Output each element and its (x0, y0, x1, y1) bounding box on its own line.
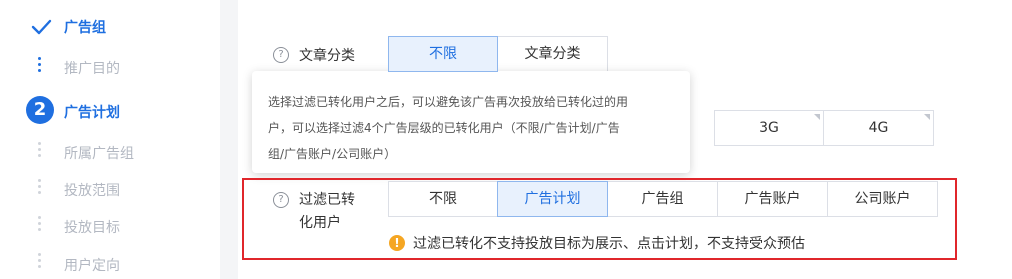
step-placement-target[interactable]: 投放目标 (64, 217, 120, 237)
tooltip-line: 选择过滤已转化用户之后，可以避免该广告再次投放给已转化过的用 (268, 95, 629, 109)
option-unlimited[interactable]: 不限 (388, 181, 498, 217)
network-selector: 3G 4G (714, 110, 934, 146)
step-promote-purpose[interactable]: 推广目的 (64, 58, 120, 78)
tooltip-line: 户，可以选择过滤4个广告层级的已转化用户（不限/广告计划/广告 (268, 121, 620, 135)
step-number-badge: 2 (26, 96, 54, 124)
option-unlimited[interactable]: 不限 (388, 36, 498, 72)
help-icon[interactable]: ? (273, 192, 289, 208)
step-connector (38, 250, 41, 271)
option-company-account[interactable]: 公司账户 (827, 181, 938, 217)
step-connector (38, 213, 41, 234)
steps-sidebar: 广告组 推广目的 2 广告计划 所属广告组 投放范围 投放目标 用户定向 (0, 0, 220, 279)
article-category-label: 文章分类 (299, 48, 355, 64)
option-3g[interactable]: 3G (714, 110, 824, 146)
option-ad-plan[interactable]: 广告计划 (497, 181, 608, 217)
filter-converted-label-line: 过滤已转 (299, 192, 355, 208)
step-ad-plan[interactable]: 广告计划 (64, 102, 120, 122)
help-tooltip: 选择过滤已转化用户之后，可以避免该广告再次投放给已转化过的用 户，可以选择过滤4… (252, 71, 690, 173)
warning-text: 过滤已转化不支持投放目标为展示、点击计划，不支持受众预估 (413, 236, 805, 252)
step-placement-range[interactable]: 投放范围 (64, 180, 120, 200)
step-ad-group[interactable]: 广告组 (64, 17, 106, 37)
warning-icon: ! (389, 235, 405, 251)
check-icon (31, 19, 52, 35)
option-article-category[interactable]: 文章分类 (497, 36, 608, 72)
article-category-selector: 不限 文章分类 (388, 36, 608, 72)
filter-converted-label: 过滤已转 化用户 (299, 189, 355, 235)
warning-message: ! 过滤已转化不支持投放目标为展示、点击计划，不支持受众预估 (389, 233, 805, 253)
option-4g[interactable]: 4G (823, 110, 934, 146)
step-connector (38, 54, 41, 75)
option-ad-group[interactable]: 广告组 (607, 181, 718, 217)
filter-converted-selector: 不限 广告计划 广告组 广告账户 公司账户 (388, 181, 938, 217)
step-belong-ad-group[interactable]: 所属广告组 (64, 143, 134, 163)
option-ad-account[interactable]: 广告账户 (717, 181, 828, 217)
step-connector (38, 139, 41, 160)
tooltip-line: 组/广告账户/公司账户） (268, 147, 397, 161)
sidebar-divider (220, 0, 238, 279)
step-user-targeting[interactable]: 用户定向 (64, 255, 120, 275)
step-connector (38, 176, 41, 197)
filter-converted-label-line: 化用户 (299, 215, 341, 231)
help-icon[interactable]: ? (273, 47, 289, 63)
